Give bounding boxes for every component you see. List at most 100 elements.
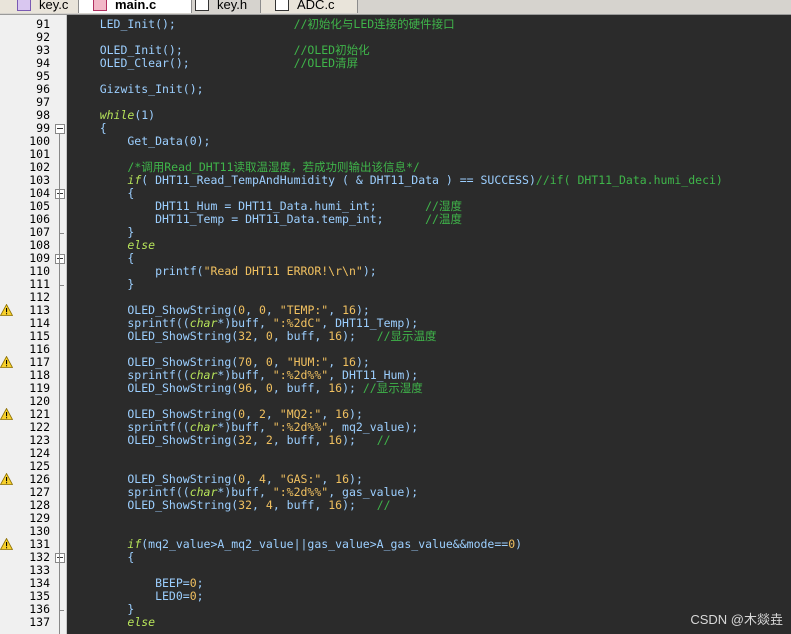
code-token: //温度	[425, 212, 462, 226]
code-editor[interactable]: LED_Init(); //初始化与LED连接的硬件接口 OLED_Init()…	[67, 15, 791, 634]
code-token: 16	[342, 355, 356, 369]
code-token: *)buff,	[217, 316, 273, 330]
code-token: *)buff,	[217, 485, 273, 499]
warning-icon[interactable]	[0, 538, 13, 550]
code-token: while	[99, 108, 135, 122]
tab-main-c[interactable]: main.c	[78, 0, 192, 13]
fold-end-marker	[59, 233, 64, 234]
code-token: );	[349, 407, 363, 421]
code-line[interactable]: else	[72, 616, 155, 629]
code-token: )	[515, 537, 523, 551]
code-token: "HUM:"	[286, 355, 329, 369]
code-token: {	[72, 251, 135, 265]
code-token: OLED_Clear();	[72, 56, 294, 70]
code-token: OLED_Init();	[72, 43, 294, 57]
code-token: , buff,	[272, 381, 329, 395]
code-token: 16	[328, 381, 343, 395]
code-line[interactable]: if( DHT11_Read_TempAndHumidity ( & DHT11…	[72, 173, 723, 187]
code-line[interactable]: Gizwits_Init();	[72, 83, 204, 96]
code-line[interactable]: OLED_ShowString(32, 2, buff, 16); //	[72, 433, 390, 447]
code-token: {	[72, 121, 107, 135]
code-token: );	[342, 329, 377, 343]
code-token: ( DHT11_Read_TempAndHumidity ( & DHT11_D…	[141, 173, 536, 187]
code-line[interactable]: }	[72, 278, 134, 291]
code-line[interactable]: OLED_ShowString(32, 4, buff, 16); //	[72, 498, 390, 512]
code-token: 0	[189, 589, 197, 603]
code-token: );	[362, 264, 377, 278]
fold-collapse-icon[interactable]	[55, 553, 65, 563]
code-token: OLED_ShowString(	[72, 329, 239, 343]
code-token: 0	[265, 381, 273, 395]
code-token: , buff,	[272, 433, 329, 447]
code-token: *)buff,	[217, 420, 273, 434]
warning-icon[interactable]	[0, 304, 13, 316]
gutter-line: 93	[0, 44, 67, 57]
code-token: //if( DHT11_Data.humi_deci)	[535, 173, 723, 187]
fold-collapse-icon[interactable]	[55, 254, 65, 264]
code-token: "Read DHT11 ERROR!\r\n"	[203, 264, 363, 278]
code-token: }	[72, 225, 135, 239]
code-token: ,	[252, 355, 266, 369]
code-line[interactable]: {	[72, 551, 134, 564]
code-line[interactable]: OLED_Clear(); //OLED清屏	[72, 57, 358, 70]
tab-key-c[interactable]: key.c	[0, 0, 88, 13]
code-token: ":%2d%%"	[272, 420, 329, 434]
code-line[interactable]: Get_Data(0);	[72, 135, 210, 148]
code-token: char	[189, 485, 218, 499]
gutter-line: 92	[0, 31, 67, 44]
code-line[interactable]: LED_Init(); //初始化与LED连接的硬件接口	[72, 18, 455, 31]
code-token: 16	[328, 329, 343, 343]
line-number: 137	[29, 615, 50, 629]
code-token: ,	[265, 303, 280, 317]
code-token: if	[127, 173, 142, 187]
fold-collapse-icon[interactable]	[55, 189, 65, 199]
code-token: //显示湿度	[362, 381, 423, 395]
fold-end-marker	[59, 610, 64, 611]
fold-guide	[59, 562, 60, 610]
code-token: printf(	[72, 264, 204, 278]
fold-collapse-icon[interactable]	[55, 124, 65, 134]
code-token: 4	[258, 472, 266, 486]
gutter-line: 91	[0, 18, 67, 31]
code-token: 16	[342, 303, 356, 317]
code-token: LED_Init();	[72, 17, 294, 31]
code-token: ,	[245, 407, 259, 421]
tab-adc-c[interactable]: ADC.c	[260, 0, 358, 13]
code-token: "GAS:"	[279, 472, 322, 486]
warning-icon[interactable]	[0, 408, 13, 420]
tab-key-h[interactable]: key.h	[180, 0, 272, 13]
code-line[interactable]: OLED_ShowString(96, 0, buff, 16); //显示湿度	[72, 381, 423, 395]
code-token: 0	[265, 355, 273, 369]
code-token: 32	[238, 498, 253, 512]
tab-label: main.c	[115, 0, 157, 12]
code-token: char	[189, 368, 218, 382]
code-token: }	[72, 602, 135, 616]
code-token: 70	[238, 355, 253, 369]
code-token: , DHT11_Hum);	[328, 368, 419, 382]
code-token: else	[127, 615, 156, 629]
code-token: char	[189, 316, 218, 330]
code-token: 16	[328, 498, 343, 512]
source-file-icon	[275, 0, 289, 11]
code-token: );	[355, 303, 370, 317]
code-line[interactable]: if(mq2_value>A_mq2_value||gas_value>A_ga…	[72, 538, 522, 551]
warning-icon[interactable]	[0, 473, 13, 485]
code-token: 16	[335, 472, 350, 486]
gutter-line: 98	[0, 109, 67, 122]
code-token: );	[342, 381, 363, 395]
tab-label: key.c	[39, 0, 69, 12]
code-token: OLED_ShowString(	[72, 381, 239, 395]
code-token: , gas_value);	[328, 485, 419, 499]
line-number-gutter: 91 92 93 94 95 96 97 98 99 100 101 102 103 104 105 106 1…	[0, 15, 67, 634]
code-token: char	[189, 420, 218, 434]
warning-icon[interactable]	[0, 356, 13, 368]
code-token: 16	[335, 407, 350, 421]
header-file-icon	[195, 0, 209, 11]
code-line[interactable]: OLED_ShowString(32, 0, buff, 16); //显示温度	[72, 329, 436, 343]
code-token: ;	[196, 589, 204, 603]
code-token: );	[342, 433, 377, 447]
